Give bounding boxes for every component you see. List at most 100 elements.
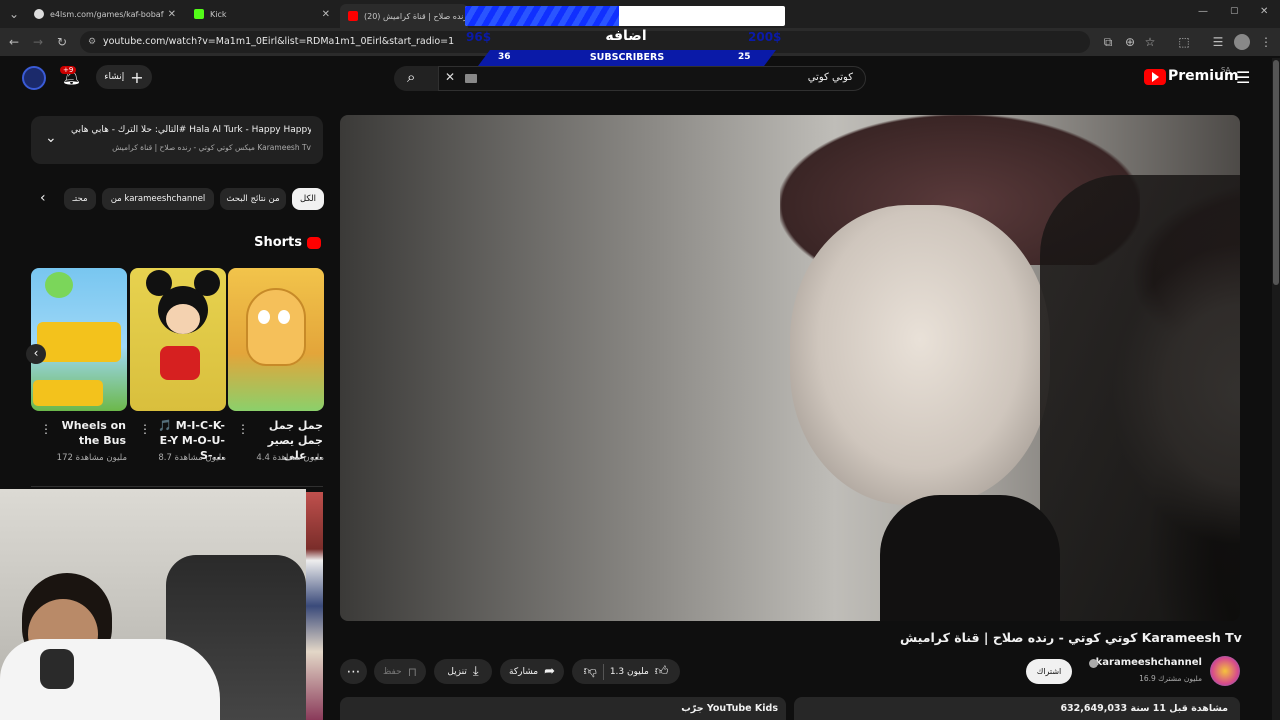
shorts-prev-button[interactable]: ‹ xyxy=(26,344,46,364)
chip-all[interactable]: الكل xyxy=(292,188,324,210)
extensions-icon[interactable]: ⬚ xyxy=(1176,34,1192,50)
shorts-heading: Shorts xyxy=(254,235,302,250)
tab-youtube[interactable]: (20) كوتي كوتي - رنده صلاح | قناة كراميش xyxy=(340,4,468,28)
subscribers-strip: 36 SUBSCRIBERS 25 xyxy=(478,50,776,66)
tab-kick[interactable]: Kick ✕ xyxy=(186,4,336,24)
up-next-title: التالي: حلا الترك - هابي هابي# Hala Al T… xyxy=(71,125,311,135)
channel-name-row[interactable]: karameeshchannel xyxy=(1090,657,1202,668)
short-thumbnail-camel[interactable] xyxy=(228,268,324,411)
description-box[interactable]: 632,649,033 مشاهدة قبل 11 سنة xyxy=(794,697,1240,720)
url-text: youtube.com/watch?v=Ma1m1_0Eirl&list=RDM… xyxy=(103,36,455,47)
tab-e4lsm[interactable]: e4lsm.com/games/kaf-bobaf ✕ xyxy=(26,4,182,24)
video-frame-hair xyxy=(1040,175,1240,621)
subscribers-right-count: 25 xyxy=(738,52,751,62)
save-label: حفظ xyxy=(382,666,402,677)
up-next-panel[interactable]: ⌄ التالي: حلا الترك - هابي هابي# Hala Al… xyxy=(31,116,323,164)
video-player[interactable] xyxy=(340,115,1240,621)
like-count[interactable]: 1.3 مليون xyxy=(610,667,649,677)
microphone xyxy=(40,649,74,689)
bookmark-icon: ⊓ xyxy=(407,664,418,679)
camel-illustration xyxy=(246,288,306,366)
streamer-shirt xyxy=(0,639,220,720)
mickey-face xyxy=(166,304,200,334)
profile-avatar[interactable] xyxy=(1234,34,1250,50)
site-info-icon[interactable]: ⚙ xyxy=(88,31,96,53)
close-window-icon[interactable]: ✕ xyxy=(1260,6,1268,17)
chip-more[interactable]: محتـ xyxy=(64,188,96,210)
page-scrollbar[interactable] xyxy=(1272,58,1280,720)
like-icon[interactable]: 👍︎ xyxy=(655,664,669,679)
cast-icon[interactable]: ⧉ xyxy=(1100,34,1116,50)
search-button[interactable]: ⌕ xyxy=(394,66,438,91)
forward-icon[interactable]: → xyxy=(30,34,46,50)
short-menu-icon[interactable]: ⋮ xyxy=(237,422,249,436)
close-tab-icon[interactable]: ✕ xyxy=(322,9,330,20)
channel-name: karameeshchannel xyxy=(1095,657,1202,668)
guide-menu-icon[interactable]: ☰ xyxy=(1236,68,1250,87)
share-button[interactable]: مشاركة ➦ xyxy=(500,659,564,684)
share-label: مشاركة xyxy=(509,666,539,677)
tab-title: Kick xyxy=(210,9,227,19)
clear-search-icon[interactable]: ✕ xyxy=(445,70,455,84)
short-thumbnail-mickey[interactable] xyxy=(130,268,226,411)
short-views: 172 مليون مشاهدة xyxy=(56,453,127,463)
short-thumbnail-bus[interactable] xyxy=(31,268,127,411)
verified-icon xyxy=(1089,659,1098,668)
separator xyxy=(602,663,604,680)
zoom-icon[interactable]: ⊕ xyxy=(1122,34,1138,50)
streamer-webcam xyxy=(0,489,306,720)
tab-title: e4lsm.com/games/kaf-bobaf xyxy=(50,9,164,19)
short-menu-icon[interactable]: ⋮ xyxy=(139,422,151,436)
donation-goal-fill xyxy=(465,6,619,26)
tab-list-icon[interactable]: ☰ xyxy=(1210,34,1226,50)
url-field[interactable]: ⚙ youtube.com/watch?v=Ma1m1_0Eirl&list=R… xyxy=(80,31,1090,53)
search-icon: ⌕ xyxy=(407,68,416,86)
youtube-kids-promo[interactable]: جرّب YouTube Kids xyxy=(340,697,786,720)
dislike-icon[interactable]: 👎︎ xyxy=(584,664,597,679)
save-button[interactable]: حفظ ⊓ xyxy=(374,659,426,684)
maximize-icon[interactable]: ▢ xyxy=(1230,6,1239,16)
youtube-logo-icon[interactable] xyxy=(1144,69,1166,85)
channel-avatar-karameesh[interactable] xyxy=(1210,656,1240,686)
shorts-logo-icon xyxy=(307,237,321,249)
partial-thumbnails[interactable] xyxy=(306,492,323,720)
notification-badge: +9 xyxy=(60,66,77,74)
short-menu-icon[interactable]: ⋮ xyxy=(40,422,52,436)
eye-right xyxy=(278,310,290,324)
tab-search-icon[interactable]: ⌄ xyxy=(6,6,22,22)
globe-icon xyxy=(34,9,44,19)
bookmark-star-icon[interactable]: ☆ xyxy=(1142,34,1158,50)
minimize-icon[interactable]: — xyxy=(1198,6,1208,17)
short-views: 4.4 مليون مشاهدة xyxy=(256,453,324,463)
short-title[interactable]: Wheels on the Bus xyxy=(50,418,126,448)
browser-menu-icon[interactable]: ⋮ xyxy=(1258,34,1274,50)
more-actions-icon[interactable]: ⋯ xyxy=(340,659,367,684)
divider xyxy=(31,486,323,487)
chip-search-results[interactable]: من نتائج البحث xyxy=(220,188,286,210)
share-icon: ➦ xyxy=(544,664,555,679)
cocomelon-logo xyxy=(45,272,73,298)
scrollbar-thumb[interactable] xyxy=(1273,60,1279,285)
channel-avatar[interactable] xyxy=(22,66,46,90)
tab-title: (20) كوتي كوتي - رنده صلاح | قناة كراميش xyxy=(364,11,468,21)
chips-scroll-left-icon[interactable]: ‹ xyxy=(40,190,46,206)
goal-title: اضافه xyxy=(605,28,647,44)
chip-channel[interactable]: من karameeshchannel xyxy=(102,188,214,210)
create-label: إنشاء xyxy=(104,72,125,82)
close-tab-icon[interactable]: ✕ xyxy=(168,9,176,20)
download-button[interactable]: تنزيل ⤓ xyxy=(434,659,492,684)
goal-target-value: 200$ xyxy=(748,30,782,44)
bus-illustration-2 xyxy=(33,380,103,406)
youtube-icon xyxy=(348,11,358,21)
back-icon[interactable]: ← xyxy=(6,34,22,50)
keyboard-icon[interactable] xyxy=(465,74,477,83)
video-frame-face xyxy=(790,205,1050,505)
donation-goal-bar xyxy=(465,6,785,26)
subscribe-button[interactable]: اشتراك xyxy=(1026,659,1072,684)
download-icon: ⤓ xyxy=(472,664,479,679)
mickey-shorts xyxy=(160,346,200,380)
chevron-down-icon[interactable]: ⌄ xyxy=(45,130,57,146)
search-input[interactable]: ✕ كوتي كوتي xyxy=(438,66,866,91)
reload-icon[interactable]: ↻ xyxy=(54,34,70,50)
create-button[interactable]: إنشاء + xyxy=(96,65,152,89)
